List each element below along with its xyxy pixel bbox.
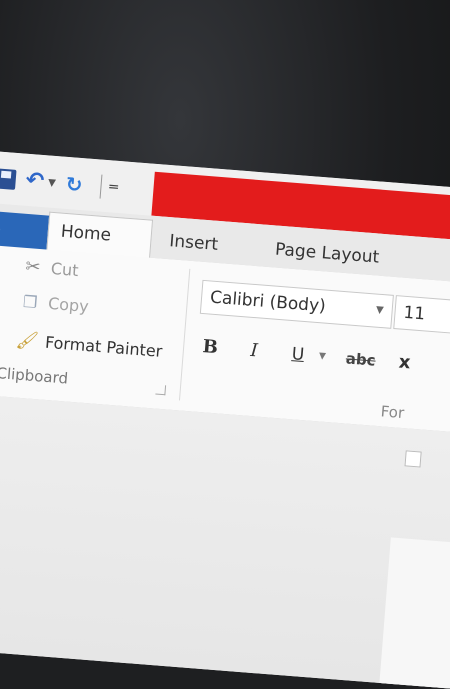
bold-button[interactable]: B	[196, 332, 224, 364]
format-painter-button[interactable]: 🖌 Format Painter	[14, 329, 163, 362]
word-window: ↶ ▼ ↻ ═ le Home Insert Page Layout te ✂ …	[0, 150, 450, 689]
brush-icon: 🖌	[14, 329, 40, 353]
font-group-label: For	[380, 402, 405, 423]
copy-icon: ❐	[22, 291, 39, 312]
underline-dropdown-icon[interactable]: ▼	[318, 351, 326, 362]
customize-toolbar-icon[interactable]: ═	[109, 179, 119, 196]
ruler-tab-selector[interactable]	[404, 450, 422, 468]
copy-button[interactable]: ❐ Copy	[18, 291, 90, 316]
redo-icon[interactable]: ↻	[65, 172, 84, 197]
toolbar-divider	[99, 174, 103, 199]
strikethrough-button[interactable]: abc	[340, 343, 382, 376]
save-icon[interactable]	[0, 168, 17, 190]
document-canvas[interactable]	[0, 393, 450, 689]
copy-label: Copy	[47, 293, 90, 316]
chevron-down-icon[interactable]: ▼	[376, 305, 385, 317]
clipboard-dialog-launcher-icon[interactable]	[155, 384, 167, 396]
underline-button[interactable]: U	[284, 339, 312, 371]
document-page[interactable]	[378, 537, 450, 689]
undo-icon[interactable]: ↶	[25, 168, 45, 194]
subscript-button[interactable]: x	[393, 347, 415, 378]
undo-dropdown-caret-icon[interactable]: ▼	[48, 177, 57, 189]
clipboard-group-label: Clipboard	[0, 364, 69, 388]
font-size-select[interactable]: 11	[393, 295, 450, 334]
group-divider	[178, 268, 191, 401]
italic-button[interactable]: I	[240, 335, 268, 367]
font-name-select[interactable]: Calibri (Body) ▼	[199, 279, 394, 329]
format-painter-label: Format Painter	[44, 332, 163, 361]
cut-label: Cut	[50, 258, 80, 281]
cut-button[interactable]: ✂ Cut	[20, 255, 80, 281]
scissors-icon: ✂	[24, 255, 42, 279]
tab-insert[interactable]: Insert	[156, 222, 231, 264]
font-name-value: Calibri (Body)	[209, 287, 327, 317]
